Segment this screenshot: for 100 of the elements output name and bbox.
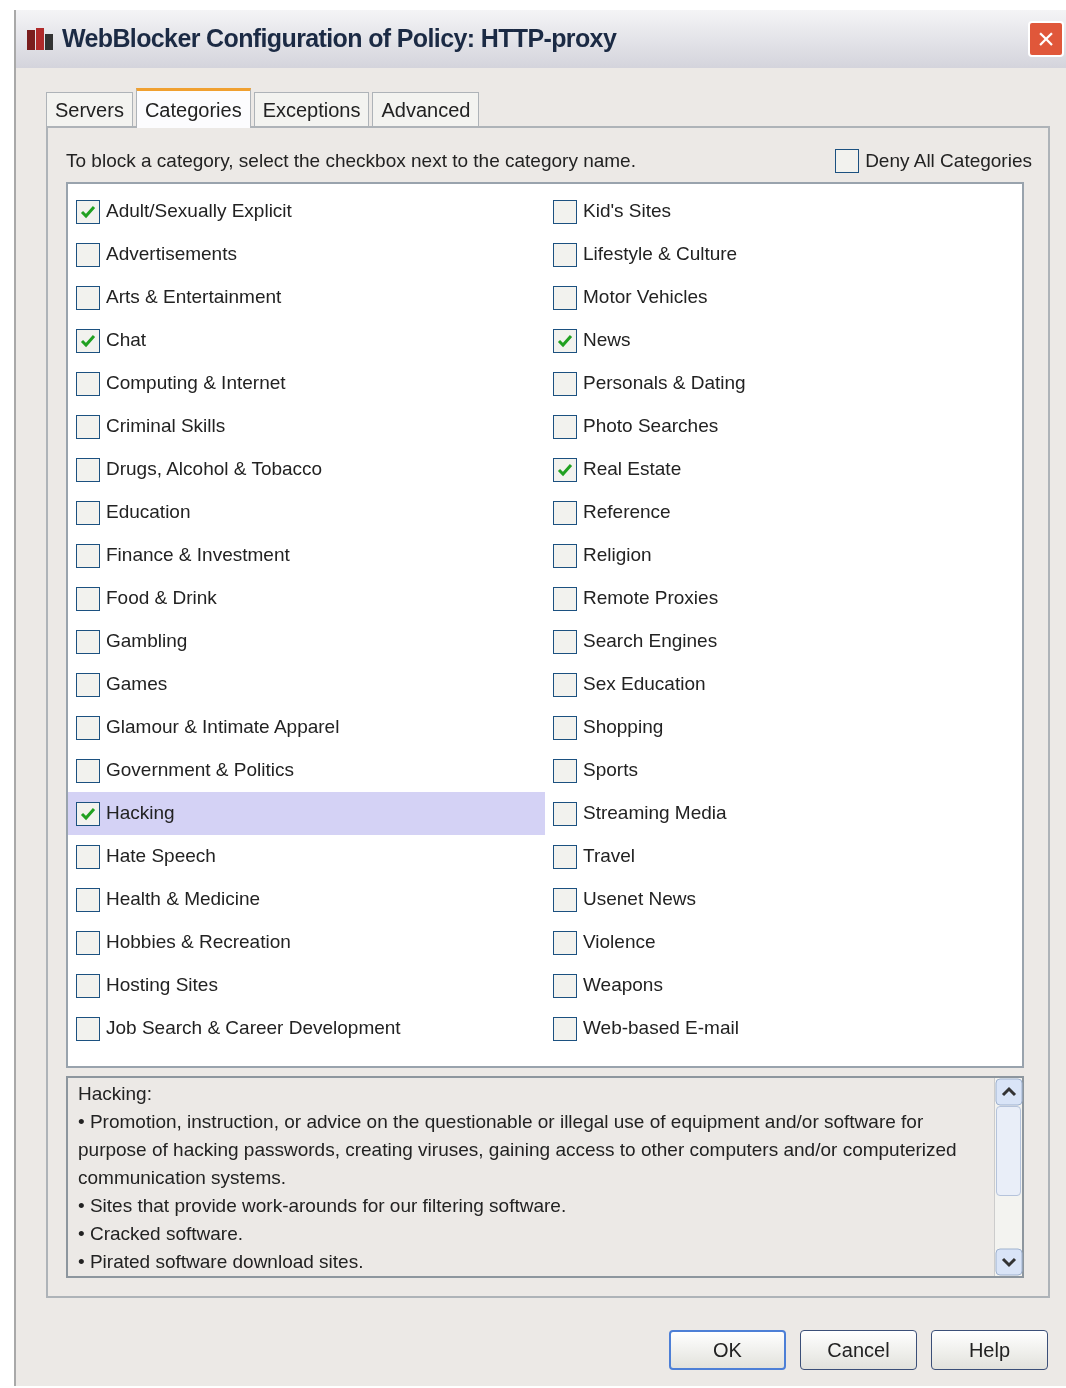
category-label: Games xyxy=(106,672,168,697)
scrollbar[interactable] xyxy=(994,1078,1022,1276)
category-label: Photo Searches xyxy=(583,414,719,439)
dialog-button[interactable]: OK xyxy=(669,1330,786,1370)
dialog-button[interactable]: Cancel xyxy=(800,1330,917,1370)
checkbox[interactable] xyxy=(76,242,100,267)
checkbox[interactable] xyxy=(835,149,860,173)
checkbox[interactable] xyxy=(553,457,577,482)
scroll-thumb[interactable] xyxy=(996,1106,1021,1196)
checkbox[interactable] xyxy=(76,328,100,353)
checkbox[interactable] xyxy=(553,801,577,826)
checkbox[interactable] xyxy=(553,586,577,611)
category-label: Hacking xyxy=(106,801,175,826)
checkbox[interactable] xyxy=(76,414,100,439)
checkbox[interactable] xyxy=(76,1016,100,1041)
category-label: Food & Drink xyxy=(106,586,217,611)
category-label: Search Engines xyxy=(583,629,718,654)
category-label: Sex Education xyxy=(583,672,706,697)
checkbox[interactable] xyxy=(553,758,577,783)
app-icon xyxy=(26,26,54,52)
checkbox[interactable] xyxy=(553,930,577,955)
category-label: Health & Medicine xyxy=(106,887,261,912)
category-label: Computing & Internet xyxy=(106,371,286,396)
checkbox[interactable] xyxy=(553,1016,577,1041)
tab[interactable]: Servers xyxy=(46,92,133,126)
checkbox[interactable] xyxy=(76,887,100,912)
category-label: Chat xyxy=(106,328,147,353)
deny-all-checkbox[interactable]: Deny All Categories xyxy=(835,146,1032,176)
checkbox[interactable] xyxy=(76,844,100,869)
category-label: Personals & Dating xyxy=(583,371,746,396)
category-label: Usenet News xyxy=(583,887,696,912)
category-label: Arts & Entertainment xyxy=(106,285,282,310)
category-row[interactable]: Hacking xyxy=(68,792,545,835)
tab[interactable]: Categories xyxy=(135,88,251,128)
checkbox[interactable] xyxy=(553,715,577,740)
checkbox[interactable] xyxy=(553,672,577,697)
checkbox[interactable] xyxy=(553,199,577,224)
category-label: Real Estate xyxy=(583,457,682,482)
checkbox[interactable] xyxy=(76,199,100,224)
category-label: Education xyxy=(106,500,191,525)
checkbox[interactable] xyxy=(76,973,100,998)
category-label: Hosting Sites xyxy=(106,973,218,998)
description-text: • Pirated software download sites. xyxy=(78,1250,365,1274)
checkbox[interactable] xyxy=(553,242,577,267)
scroll-down-icon[interactable] xyxy=(995,1248,1023,1276)
checkbox[interactable] xyxy=(76,930,100,955)
category-label: Weapons xyxy=(583,973,663,998)
description-text: • Sites that provide work-arounds for our filtering software. xyxy=(78,1194,568,1218)
checkbox[interactable] xyxy=(76,457,100,482)
checkbox[interactable] xyxy=(553,500,577,525)
tab[interactable]: Advanced xyxy=(372,92,480,126)
category-label: Web-based E-mail xyxy=(583,1016,739,1041)
description-title: Hacking: xyxy=(78,1082,153,1106)
checkbox[interactable] xyxy=(76,586,100,611)
checkbox[interactable] xyxy=(76,285,100,310)
checkbox-label: Deny All Categories xyxy=(865,148,1032,173)
description-text: • Cracked software. xyxy=(78,1222,245,1246)
category-label: Shopping xyxy=(583,715,664,740)
category-label: Government & Politics xyxy=(106,758,294,783)
category-label: Streaming Media xyxy=(583,801,727,826)
category-label: Hate Speech xyxy=(106,844,216,869)
category-label: Job Search & Career Development xyxy=(106,1016,401,1041)
category-label: Gambling xyxy=(106,629,188,654)
description-text: • Promotion, instruction, or advice on the questionable or illegal use of equipment and/or software for purpose of hacking passwords, creating viruses, gaining access to other computers and/or computerized communication systems. xyxy=(78,1110,958,1190)
checkbox[interactable] xyxy=(553,844,577,869)
checkbox[interactable] xyxy=(553,414,577,439)
checkbox[interactable] xyxy=(76,801,100,826)
category-label: Remote Proxies xyxy=(583,586,719,611)
category-label: Sports xyxy=(583,758,638,783)
checkbox[interactable] xyxy=(553,887,577,912)
category-label: Glamour & Intimate Apparel xyxy=(106,715,340,740)
category-label: Drugs, Alcohol & Tobacco xyxy=(106,457,323,482)
category-label: Adult/Sexually Explicit xyxy=(106,199,292,224)
checkbox[interactable] xyxy=(553,285,577,310)
checkbox[interactable] xyxy=(553,973,577,998)
scroll-up-icon[interactable] xyxy=(995,1078,1023,1106)
checkbox[interactable] xyxy=(76,371,100,396)
checkbox[interactable] xyxy=(76,500,100,525)
checkbox[interactable] xyxy=(76,543,100,568)
category-label: Kid's Sites xyxy=(583,199,672,224)
checkbox[interactable] xyxy=(76,758,100,783)
category-label: Motor Vehicles xyxy=(583,285,708,310)
checkbox[interactable] xyxy=(553,629,577,654)
window-title: WebBlocker Configuration of Policy: HTTP-proxy xyxy=(62,23,617,55)
category-label: Advertisements xyxy=(106,242,237,267)
tab[interactable]: Exceptions xyxy=(253,92,370,126)
checkbox[interactable] xyxy=(76,672,100,697)
checkbox[interactable] xyxy=(553,543,577,568)
category-label: News xyxy=(583,328,631,353)
checkbox[interactable] xyxy=(76,629,100,654)
close-button[interactable]: × xyxy=(1028,21,1064,57)
category-label: Religion xyxy=(583,543,652,568)
dialog-button[interactable]: Help xyxy=(931,1330,1048,1370)
category-label: Criminal Skills xyxy=(106,414,226,439)
category-label: Reference xyxy=(583,500,671,525)
category-label: Finance & Investment xyxy=(106,543,290,568)
checkbox[interactable] xyxy=(76,715,100,740)
instruction-text: To block a category, select the checkbox next to the category name. xyxy=(66,148,636,173)
checkbox[interactable] xyxy=(553,371,577,396)
checkbox[interactable] xyxy=(553,328,577,353)
